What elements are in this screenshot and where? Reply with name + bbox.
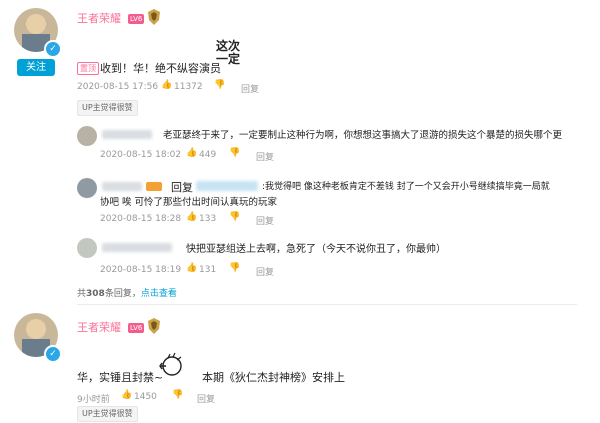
view-replies-link[interactable]: 点击查看 bbox=[141, 289, 177, 299]
like-count: 11372 bbox=[174, 82, 203, 92]
username[interactable]: 王者荣耀 bbox=[77, 10, 121, 26]
honor-badge-icon bbox=[146, 8, 162, 30]
dislike-icon[interactable]: 👎 bbox=[229, 212, 240, 222]
comment-date: 2020-08-15 17:56 bbox=[77, 82, 159, 92]
reply-text: 快把亚瑟组送上去啊，急死了（今天不说你丑了，你最帅） bbox=[186, 244, 446, 255]
reply-button[interactable]: 回复 bbox=[256, 265, 274, 278]
comment-text-right: 本期《狄仁杰封神榜》安排上 bbox=[202, 371, 345, 384]
reply-text: 老亚瑟终于来了，一定要制止这种行为啊，你想想这事搞大了退游的损失这个暴楚的损失哪… bbox=[163, 130, 563, 141]
dislike-icon[interactable]: 👎 bbox=[229, 263, 240, 273]
dislike-icon[interactable]: 👎 bbox=[172, 390, 183, 400]
follow-button[interactable]: 关注 bbox=[17, 59, 55, 76]
reply-date: 2020-08-15 18:28 bbox=[100, 214, 182, 224]
comment-text-left: 华，实锤且封禁~ bbox=[77, 371, 164, 384]
like-icon[interactable]: 👍 bbox=[186, 148, 197, 158]
reply-button[interactable]: 回复 bbox=[256, 150, 274, 163]
level-badge: LV6 bbox=[128, 14, 145, 24]
pointing-hand-icon bbox=[158, 352, 184, 382]
dislike-icon[interactable]: 👎 bbox=[214, 80, 225, 90]
avatar[interactable] bbox=[77, 126, 97, 146]
avatar[interactable] bbox=[77, 238, 97, 258]
reply-summary: 共308条回复，点击查看 bbox=[77, 289, 177, 299]
pinned-tag: 置顶 bbox=[77, 62, 99, 75]
dislike-icon[interactable]: 👎 bbox=[229, 148, 240, 158]
level-badge: LV6 bbox=[128, 323, 145, 333]
handwritten-note: 这次 一定 bbox=[216, 39, 241, 66]
like-count: 1450 bbox=[134, 392, 157, 402]
reply-button[interactable]: 回复 bbox=[197, 392, 215, 405]
comment-text: 收到！华！绝不纵容演员 bbox=[100, 62, 221, 75]
like-count: 133 bbox=[199, 214, 217, 224]
verified-icon: ✓ bbox=[44, 40, 62, 58]
reply-date: 2020-08-15 18:19 bbox=[100, 265, 182, 275]
mentioned-user[interactable] bbox=[196, 181, 258, 191]
reply-username bbox=[102, 130, 152, 139]
reply-button[interactable]: 回复 bbox=[256, 214, 274, 227]
like-icon[interactable]: 👍 bbox=[186, 212, 197, 222]
verified-icon: ✓ bbox=[44, 345, 62, 363]
like-count: 131 bbox=[199, 265, 217, 275]
comment-time: 9小时前 bbox=[77, 395, 110, 405]
reply-text-line-2: 协吧 唉 可怜了那些付出时间认真玩的玩家 bbox=[100, 197, 278, 208]
like-icon[interactable]: 👍 bbox=[161, 80, 172, 90]
up-liked-tag: UP主觉得很赞 bbox=[77, 100, 138, 116]
reply-text-line-1: :我觉得吧 像这种老板肯定不差钱 封了一个又会开小号继续搞毕竟一局就 bbox=[262, 182, 550, 192]
username[interactable]: 王者荣耀 bbox=[77, 319, 121, 335]
like-icon[interactable]: 👍 bbox=[121, 390, 132, 400]
up-liked-tag: UP主觉得很赞 bbox=[77, 406, 138, 422]
reply-prefix: 回复 bbox=[171, 181, 193, 194]
like-icon[interactable]: 👍 bbox=[186, 263, 197, 273]
divider bbox=[77, 304, 577, 305]
reply-username bbox=[102, 182, 142, 191]
reply-username bbox=[102, 243, 172, 252]
honor-badge-icon bbox=[146, 317, 162, 339]
like-count: 449 bbox=[199, 150, 217, 160]
reply-date: 2020-08-15 18:02 bbox=[100, 150, 182, 160]
avatar[interactable] bbox=[77, 178, 97, 198]
level-badge bbox=[146, 182, 162, 191]
reply-button[interactable]: 回复 bbox=[241, 82, 259, 95]
